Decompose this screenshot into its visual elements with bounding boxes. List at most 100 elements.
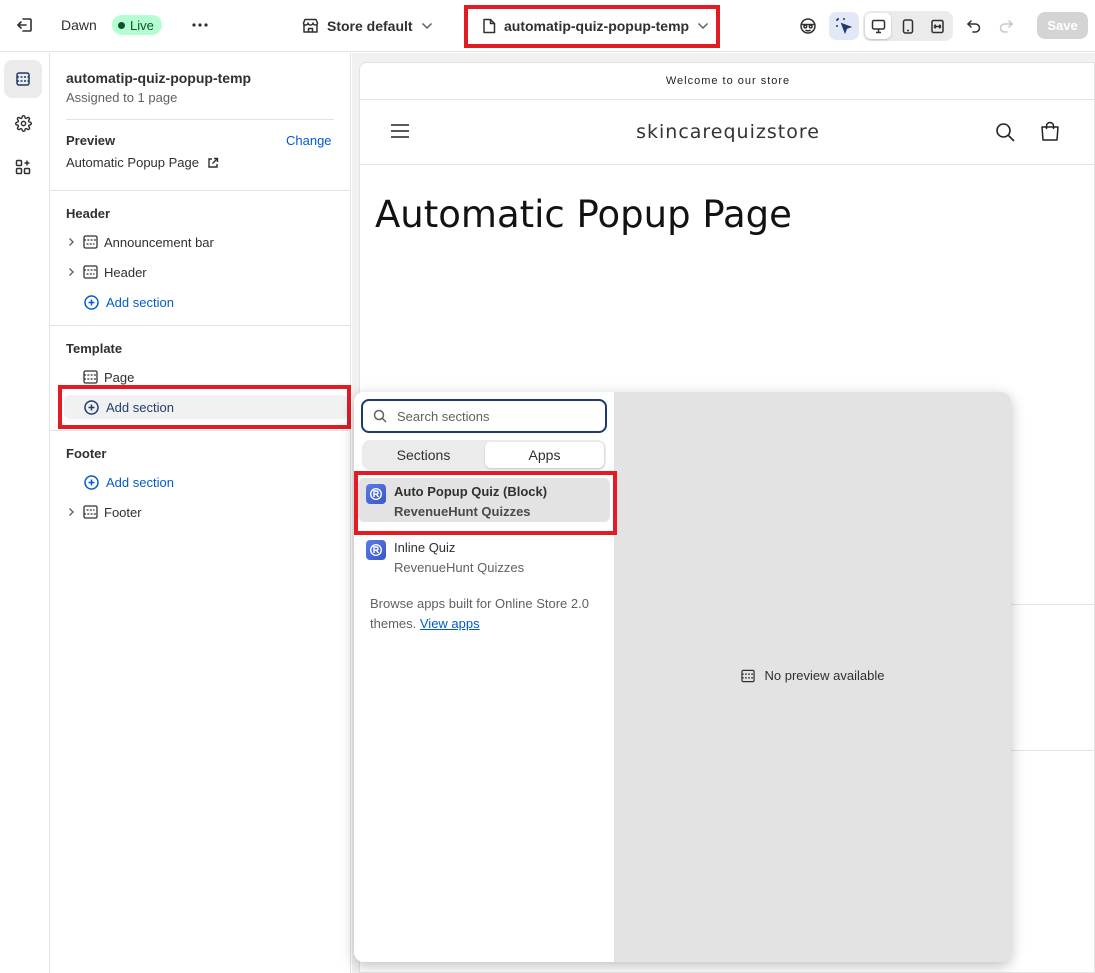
search-icon[interactable] — [995, 122, 1015, 142]
template-selector[interactable]: automatip-quiz-popup-temp — [478, 11, 713, 41]
sections-panel: automatip-quiz-popup-temp Assigned to 1 … — [50, 53, 351, 973]
revenuehunt-logo-icon — [366, 484, 386, 504]
undo-icon — [966, 20, 981, 33]
divider — [50, 430, 351, 431]
section-label: Page — [104, 369, 135, 385]
no-preview-message: No preview available — [614, 668, 1011, 683]
preview-page-name: Automatic Popup Page — [66, 155, 199, 170]
divider — [50, 190, 351, 191]
top-bar: Dawn Live Store default automatip-quiz-p… — [0, 0, 1095, 52]
live-label: Live — [130, 17, 154, 33]
section-label: Footer — [104, 504, 142, 520]
add-section-label: Add section — [106, 474, 174, 490]
section-preview-pane: No preview available — [614, 392, 1011, 962]
exit-button[interactable] — [14, 14, 36, 36]
revenuehunt-logo-icon — [366, 540, 386, 560]
viewport-switcher — [863, 11, 953, 41]
section-item-page[interactable]: Page — [64, 365, 134, 389]
template-group-title: Template — [66, 341, 123, 356]
fullwidth-view-button[interactable] — [924, 13, 950, 39]
app-item-inline-quiz[interactable]: Inline Quiz RevenueHunt Quizzes — [358, 534, 610, 578]
section-picker: Search sections Sections Apps Auto Popup… — [354, 392, 614, 962]
chevron-right-icon[interactable] — [64, 267, 78, 277]
app-name: Inline Quiz — [394, 540, 456, 555]
add-circle-icon — [84, 474, 99, 490]
more-horizontal-icon — [192, 23, 208, 27]
tab-sections[interactable]: Sections — [364, 442, 483, 468]
app-item-auto-popup-quiz[interactable]: Auto Popup Quiz (Block) RevenueHunt Quiz… — [358, 478, 610, 522]
chevron-right-icon[interactable] — [64, 237, 78, 247]
inspector-toggle[interactable] — [794, 12, 822, 40]
footer-group-title: Footer — [66, 446, 107, 461]
view-apps-link[interactable]: View apps — [420, 616, 480, 631]
section-label: Header — [104, 264, 147, 280]
section-icon — [740, 669, 755, 682]
undo-button[interactable] — [960, 12, 988, 40]
left-rail — [0, 53, 50, 973]
header-add-section-button[interactable]: Add section — [84, 290, 174, 314]
mobile-view-button[interactable] — [895, 13, 921, 39]
announcement-bar: Welcome to our store — [360, 63, 1094, 100]
search-icon — [373, 409, 387, 423]
section-item-announcement-bar[interactable]: Announcement bar — [64, 230, 214, 254]
template-label: automatip-quiz-popup-temp — [504, 18, 690, 34]
section-icon — [82, 504, 98, 520]
save-button[interactable]: Save — [1037, 12, 1088, 39]
exit-icon — [17, 18, 32, 32]
search-sections-input[interactable]: Search sections — [361, 399, 607, 433]
section-item-header[interactable]: Header — [64, 260, 147, 284]
add-section-popover: Search sections Sections Apps Auto Popup… — [354, 392, 1011, 962]
divider — [50, 325, 351, 326]
theme-settings-button[interactable] — [4, 104, 42, 142]
section-icon — [82, 234, 98, 250]
app-vendor: RevenueHunt Quizzes — [394, 504, 531, 519]
store-selector[interactable]: Store default — [302, 14, 433, 38]
search-placeholder: Search sections — [397, 408, 490, 424]
tab-apps[interactable]: Apps — [485, 442, 604, 468]
add-section-label: Add section — [106, 294, 174, 310]
section-label: Announcement bar — [104, 234, 214, 250]
gear-icon — [14, 114, 32, 132]
page-heading: Automatic Popup Page — [375, 193, 792, 236]
select-mode-button[interactable] — [829, 12, 859, 40]
chevron-down-icon — [421, 22, 432, 30]
browse-apps-text: Browse apps built for Online Store 2.0 t… — [370, 594, 600, 634]
redo-button[interactable] — [992, 12, 1020, 40]
add-circle-icon — [84, 399, 99, 415]
sections-nav-button[interactable] — [4, 60, 42, 98]
store-logo[interactable]: skincarequizstore — [360, 121, 1094, 143]
no-preview-label: No preview available — [764, 668, 885, 683]
apps-icon — [15, 159, 31, 175]
preview-page-link[interactable]: Automatic Popup Page — [66, 155, 219, 170]
face-icon — [800, 18, 816, 34]
preview-heading: Preview — [66, 133, 116, 148]
mobile-icon — [902, 18, 914, 34]
app-name: Auto Popup Quiz (Block) — [394, 484, 548, 499]
store-label: Store default — [327, 18, 413, 34]
section-item-footer[interactable]: Footer — [64, 500, 142, 524]
chevron-down-icon — [698, 22, 709, 30]
change-preview-link[interactable]: Change — [286, 133, 332, 148]
app-vendor: RevenueHunt Quizzes — [394, 560, 525, 575]
live-dot-icon — [118, 21, 125, 29]
add-section-label: Add section — [106, 399, 174, 415]
add-circle-icon — [84, 294, 99, 310]
external-link-icon — [208, 157, 219, 168]
template-title: automatip-quiz-popup-temp — [66, 70, 252, 86]
template-add-section-button[interactable]: Add section — [64, 395, 348, 419]
desktop-view-button[interactable] — [865, 13, 891, 39]
cart-icon[interactable] — [1040, 121, 1060, 142]
picker-tabs: Sections Apps — [362, 440, 606, 470]
app-embeds-button[interactable] — [4, 148, 42, 186]
assigned-text: Assigned to 1 page — [66, 90, 178, 105]
desktop-icon — [871, 19, 885, 33]
store-icon — [302, 18, 319, 33]
fullscreen-icon — [930, 19, 944, 33]
store-header: skincarequizstore — [360, 101, 1094, 165]
footer-add-section-button[interactable]: Add section — [84, 470, 174, 494]
header-group-title: Header — [66, 206, 111, 221]
cursor-select-icon — [836, 18, 853, 35]
chevron-right-icon[interactable] — [64, 507, 78, 517]
sections-icon — [16, 72, 30, 86]
more-actions-button[interactable] — [189, 14, 211, 36]
